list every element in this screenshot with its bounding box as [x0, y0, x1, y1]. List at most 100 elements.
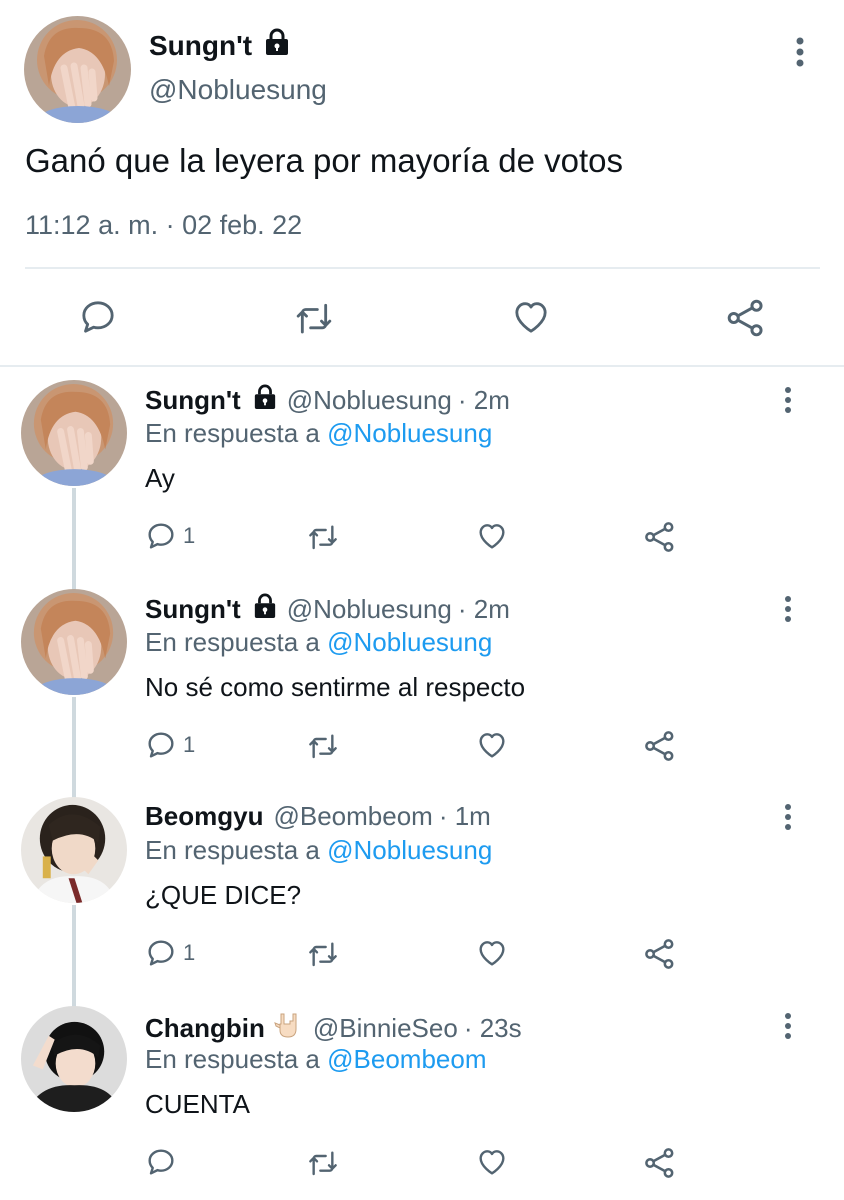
- reply-count: 1: [183, 732, 196, 757]
- in-reply-prefix: En respuesta a: [145, 627, 320, 657]
- reply-header: Sungn't @Nobluesung · 2m: [145, 593, 510, 626]
- avatar[interactable]: [21, 1006, 127, 1112]
- timestamp: · 1m: [438, 801, 491, 831]
- timestamp: · 2m: [457, 594, 510, 624]
- mention-link[interactable]: @Nobluesung: [327, 627, 492, 657]
- retweet-button[interactable]: [306, 1146, 340, 1178]
- share-button[interactable]: [643, 520, 677, 554]
- handle[interactable]: @BinnieSeo: [313, 1013, 458, 1044]
- main-tweet: Sungn't @Nobluesung Ganó que la leyera p…: [0, 0, 844, 366]
- reply-button[interactable]: 1: [145, 729, 195, 761]
- more-vertical-icon[interactable]: [778, 803, 798, 836]
- reply-count: 1: [183, 940, 196, 965]
- reply-button[interactable]: 1: [145, 520, 195, 552]
- reply-icon: [148, 732, 174, 758]
- mention-link[interactable]: @Nobluesung: [327, 835, 492, 865]
- reply-button[interactable]: 1: [145, 937, 195, 969]
- reply-text: Ay: [145, 463, 175, 493]
- more-vertical-icon[interactable]: [778, 1012, 798, 1045]
- in-reply-prefix: En respuesta a: [145, 1044, 320, 1074]
- retweet-icon: [309, 734, 337, 759]
- display-name-text[interactable]: Sungn't: [149, 30, 252, 62]
- share-icon: [645, 731, 674, 761]
- heart-icon: [479, 1150, 505, 1175]
- avatar[interactable]: [24, 16, 131, 123]
- share-icon: [645, 1148, 674, 1178]
- reply-count: 1: [183, 523, 196, 548]
- handle[interactable]: @Nobluesung: [149, 74, 327, 106]
- avatar[interactable]: [21, 589, 127, 695]
- reply-icon: [148, 523, 174, 549]
- mention-link[interactable]: @Nobluesung: [327, 418, 492, 448]
- reply-tweet[interactable]: Sungn't @Nobluesung · 2m En respuesta a …: [0, 589, 844, 793]
- handle[interactable]: @Nobluesung: [287, 594, 452, 625]
- reply-tweet[interactable]: Sungn't @Nobluesung · 2m En respuesta a …: [0, 380, 844, 584]
- reply-icon: [148, 940, 174, 966]
- more-vertical-icon[interactable]: [778, 595, 798, 628]
- display-name[interactable]: Beomgyu: [145, 801, 263, 832]
- in-reply-prefix: En respuesta a: [145, 418, 320, 448]
- like-button[interactable]: [475, 1146, 509, 1178]
- display-name[interactable]: Sungn't: [145, 594, 241, 625]
- like-button[interactable]: [475, 729, 509, 761]
- lock-icon: [264, 28, 290, 63]
- share-icon: [645, 939, 674, 969]
- reply-icon: [148, 1149, 174, 1175]
- reply-button[interactable]: [145, 1146, 183, 1178]
- reply-header: Sungn't @Nobluesung · 2m: [145, 384, 510, 417]
- in-reply-to: En respuesta a @Nobluesung: [145, 418, 492, 449]
- mention-link[interactable]: @Beombeom: [327, 1044, 486, 1074]
- divider: [25, 267, 820, 269]
- like-button[interactable]: [510, 297, 552, 342]
- display-name[interactable]: Sungn't: [149, 28, 290, 63]
- reply-text: CUENTA: [145, 1089, 250, 1119]
- avatar[interactable]: [21, 797, 127, 903]
- reply-tweet[interactable]: Beomgyu @Beombeom · 1m En respuesta a @N…: [0, 797, 844, 1001]
- share-button[interactable]: [725, 297, 767, 344]
- retweet-icon: [309, 942, 337, 967]
- more-vertical-icon[interactable]: [790, 36, 810, 73]
- like-button[interactable]: [475, 520, 509, 552]
- display-name[interactable]: Changbin: [145, 1013, 265, 1044]
- divider: [0, 365, 844, 367]
- reply-button[interactable]: [78, 297, 118, 342]
- reply-text: No sé como sentirme al respecto: [145, 672, 526, 702]
- share-icon: [645, 522, 674, 552]
- handle[interactable]: @Nobluesung: [287, 385, 452, 416]
- handle[interactable]: @Beombeom: [273, 801, 432, 832]
- lock-icon: [253, 593, 277, 626]
- reply-icon: [82, 301, 114, 333]
- tweet-timestamp[interactable]: 11:12 a. m. · 02 feb. 22: [25, 210, 302, 241]
- heart-icon: [479, 733, 505, 758]
- in-reply-to: En respuesta a @Beombeom: [145, 1044, 486, 1075]
- more-vertical-icon[interactable]: [778, 386, 798, 419]
- retweet-icon: [309, 525, 337, 550]
- reply-header: Beomgyu @Beombeom · 1m: [145, 801, 491, 832]
- in-reply-to: En respuesta a @Nobluesung: [145, 627, 492, 658]
- share-button[interactable]: [643, 1146, 677, 1180]
- share-button[interactable]: [643, 937, 677, 971]
- share-icon: [727, 299, 763, 337]
- display-name[interactable]: Sungn't: [145, 385, 241, 416]
- retweet-icon: [309, 1151, 337, 1176]
- heart-icon: [479, 524, 505, 549]
- rock-hand-emoji-icon: [273, 1010, 303, 1047]
- reply-tweet[interactable]: Changbin @BinnieSeo · 23s En respuesta a…: [0, 1006, 844, 1200]
- share-button[interactable]: [643, 729, 677, 763]
- retweet-icon: [296, 303, 332, 334]
- timestamp: · 23s: [463, 1013, 522, 1043]
- retweet-button[interactable]: [306, 729, 340, 761]
- reply-text: ¿QUE DICE?: [145, 880, 302, 910]
- lock-icon: [253, 384, 277, 417]
- reply-header: Changbin @BinnieSeo · 23s: [145, 1010, 522, 1047]
- avatar[interactable]: [21, 380, 127, 486]
- retweet-button[interactable]: [306, 520, 340, 552]
- timestamp: · 2m: [457, 385, 510, 415]
- retweet-button[interactable]: [306, 937, 340, 969]
- in-reply-to: En respuesta a @Nobluesung: [145, 835, 492, 866]
- in-reply-prefix: En respuesta a: [145, 835, 320, 865]
- like-button[interactable]: [475, 937, 509, 969]
- retweet-button[interactable]: [293, 297, 335, 342]
- heart-icon: [479, 941, 505, 966]
- tweet-text: Ganó que la leyera por mayoría de votos: [25, 142, 624, 179]
